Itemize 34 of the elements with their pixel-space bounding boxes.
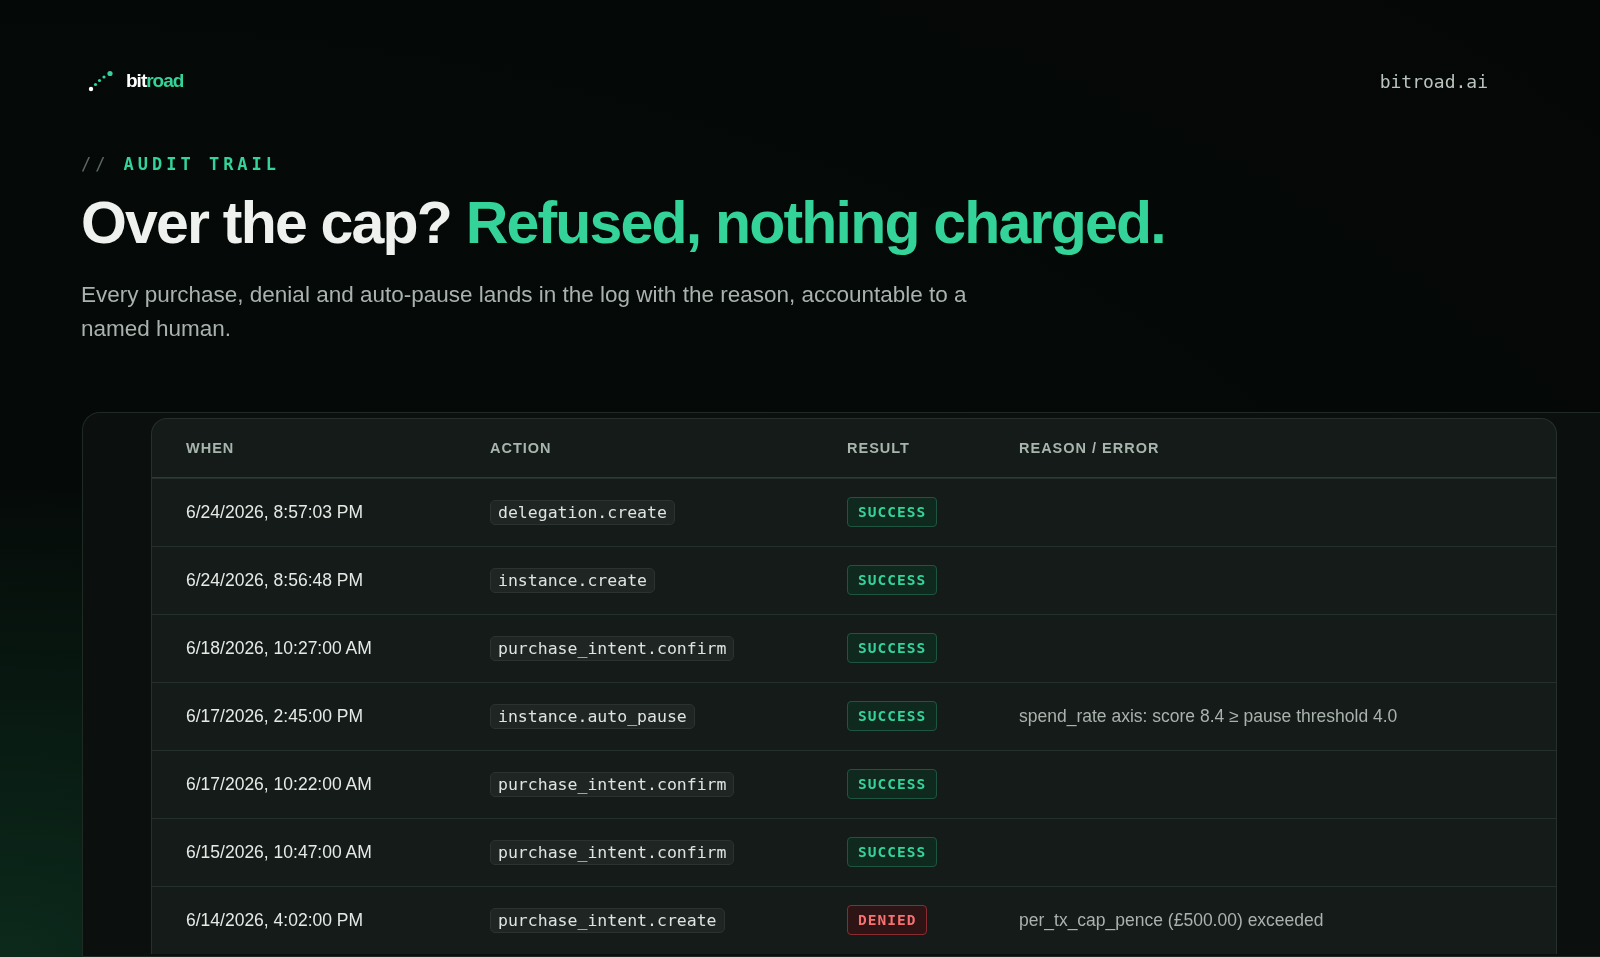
action-code: purchase_intent.confirm: [490, 771, 735, 797]
logo-wordmark: bitroad: [126, 70, 184, 92]
result-badge: SUCCESS: [847, 837, 938, 868]
action-code: delegation.create: [490, 499, 675, 525]
action-code: instance.create: [490, 567, 655, 593]
result-badge: SUCCESS: [847, 497, 938, 528]
timestamp: 6/14/2026, 4:02:00 PM: [186, 909, 365, 931]
headline: Over the cap? Refused, nothing charged.: [81, 190, 1166, 258]
logo-icon: [88, 70, 114, 92]
result-badge: SUCCESS: [847, 769, 938, 800]
timestamp: 6/18/2026, 10:27:00 AM: [186, 637, 373, 659]
result-badge: SUCCESS: [847, 633, 938, 664]
reason-text: per_tx_cap_pence (£500.00) exceeded: [1019, 909, 1325, 931]
column-header: REASON / ERROR: [1019, 439, 1161, 456]
result-badge: SUCCESS: [847, 565, 938, 596]
timestamp: 6/17/2026, 10:22:00 AM: [186, 773, 373, 795]
column-header: ACTION: [490, 439, 553, 456]
timestamp: 6/24/2026, 8:57:03 PM: [186, 501, 365, 523]
action-code: instance.auto_pause: [490, 703, 695, 729]
section-label: AUDIT TRAIL: [123, 154, 281, 174]
action-code: purchase_intent.confirm: [490, 839, 735, 865]
timestamp: 6/15/2026, 10:47:00 AM: [186, 841, 373, 863]
description: Every purchase, denial and auto-pause lands in the log with the reason, accountable to a named human.: [81, 280, 968, 343]
action-code: purchase_intent.confirm: [490, 635, 735, 661]
comment-mark: //: [81, 154, 110, 174]
column-header: RESULT: [847, 439, 911, 456]
column-header: WHEN: [186, 439, 236, 456]
site-link[interactable]: bitroad.ai: [1379, 70, 1488, 92]
action-code: purchase_intent.create: [490, 907, 725, 933]
reason-text: spend_rate axis: score 8.4 ≥ pause threshold 4.0: [1019, 705, 1399, 727]
result-badge: DENIED: [847, 905, 928, 936]
timestamp: 6/24/2026, 8:56:48 PM: [186, 569, 365, 591]
result-badge: SUCCESS: [847, 701, 938, 732]
timestamp: 6/17/2026, 2:45:00 PM: [186, 705, 365, 727]
